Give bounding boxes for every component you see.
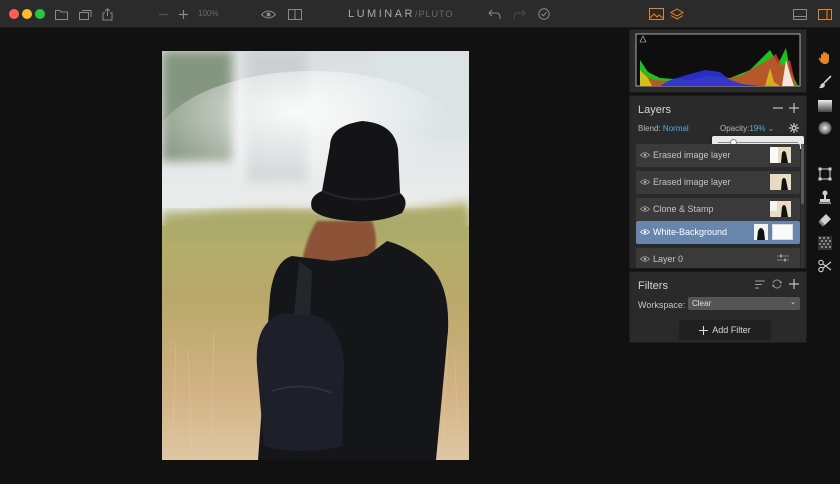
eye-icon[interactable] — [260, 6, 276, 22]
zoom-out-icon[interactable] — [158, 6, 168, 22]
zoom-window-button[interactable] — [35, 9, 45, 19]
opacity-value[interactable]: 19% — [749, 124, 765, 133]
layer-name: Layer 0 — [653, 254, 684, 264]
layer-item-2[interactable]: Erased image layer — [636, 171, 800, 194]
tool-strip — [810, 28, 840, 484]
workspace-select[interactable]: Clear ⌄ — [688, 297, 800, 310]
layer-item-5[interactable]: Layer 0 — [636, 248, 800, 268]
layers-scrollbar[interactable] — [801, 144, 804, 268]
history-icon[interactable] — [537, 6, 551, 22]
image-canvas[interactable] — [0, 28, 629, 484]
image-icon[interactable] — [648, 6, 664, 22]
layer-item-3[interactable]: Clone & Stamp — [636, 198, 800, 221]
top-toolbar: 100% LUMINAR/PLUTO — [0, 0, 840, 28]
opacity-label: Opacity: — [720, 124, 750, 133]
filter-refresh-icon[interactable] — [772, 278, 782, 290]
opacity-chevron-icon[interactable]: ⌄ — [765, 124, 775, 133]
layers-panel-title: Layers — [638, 104, 672, 116]
layer-name: Erased image layer — [653, 177, 731, 187]
minimize-window-button[interactable] — [22, 9, 32, 19]
blend-value[interactable]: Normal — [663, 124, 689, 133]
edited-photo[interactable] — [162, 51, 469, 460]
layer-thumbnail — [770, 201, 791, 217]
layers-scrollbar-thumb[interactable] — [801, 144, 804, 204]
zoom-level-label[interactable]: 100% — [198, 9, 218, 18]
add-layer-icon[interactable] — [789, 103, 799, 116]
app-title-suffix: /PLUTO — [415, 9, 454, 19]
gradient-icon[interactable] — [817, 98, 833, 114]
panel-toggle-icon[interactable] — [817, 6, 832, 22]
filters-panel-title: Filters — [638, 280, 668, 292]
opacity-control[interactable]: Opacity:19% ⌄ — [720, 124, 774, 133]
layer-thumbnail — [772, 224, 793, 240]
eraser-icon[interactable] — [817, 212, 833, 228]
blend-label: Blend: — [638, 124, 661, 133]
folder-icon[interactable] — [54, 6, 68, 22]
add-filter-button[interactable]: Add Filter — [679, 320, 771, 340]
layer-name: White-Background — [653, 227, 728, 237]
clone-stamp-icon[interactable] — [817, 189, 833, 205]
batch-icon[interactable] — [78, 6, 92, 22]
layers-icon[interactable] — [669, 6, 684, 22]
scissors-icon[interactable] — [817, 258, 833, 274]
filters-panel: Filters Workspace: Clear ⌄ Add Filter — [629, 271, 807, 343]
workspace-label: Workspace: — [638, 300, 686, 310]
layer-adjust-icon[interactable] — [777, 253, 789, 266]
filter-list-icon[interactable] — [755, 278, 765, 290]
layer-name: Clone & Stamp — [653, 204, 714, 214]
layer-visibility-eye-icon[interactable] — [639, 177, 651, 187]
noise-icon[interactable] — [817, 235, 833, 251]
layer-visibility-eye-icon[interactable] — [639, 150, 651, 160]
photo-image — [162, 51, 469, 460]
add-filter-label: Add Filter — [712, 325, 751, 335]
layer-visibility-eye-icon[interactable] — [639, 204, 651, 214]
chevron-down-icon: ⌄ — [790, 299, 796, 306]
undo-icon[interactable] — [487, 6, 501, 22]
app-title: LUMINAR/PLUTO — [348, 8, 453, 20]
layer-settings-gear-icon[interactable] — [789, 123, 799, 136]
compare-icon[interactable] — [287, 6, 302, 22]
workspace-value: Clear — [692, 299, 712, 308]
plus-icon — [699, 325, 709, 335]
layer-thumbnail — [770, 174, 791, 190]
histogram-panel — [629, 29, 807, 93]
add-filter-plus-icon[interactable] — [789, 278, 799, 290]
layers-panel: Layers Blend: Normal Opacity:19% ⌄ Erase… — [629, 95, 807, 269]
filmstrip-icon[interactable] — [792, 6, 807, 22]
remove-layer-icon[interactable] — [773, 103, 783, 116]
layer-visibility-eye-icon[interactable] — [639, 254, 651, 264]
close-window-button[interactable] — [9, 9, 19, 19]
brush-icon[interactable] — [817, 74, 833, 90]
blend-control[interactable]: Blend: Normal — [638, 124, 689, 133]
zoom-in-icon[interactable] — [178, 6, 188, 22]
layer-item-4[interactable]: White-Background — [636, 221, 800, 244]
layer-item-1[interactable]: Erased image layer — [636, 144, 800, 167]
layer-thumbnail — [770, 147, 791, 163]
crop-icon[interactable] — [817, 166, 833, 182]
radial-icon[interactable] — [817, 120, 833, 136]
hand-icon[interactable] — [817, 50, 833, 66]
share-icon[interactable] — [101, 6, 113, 22]
layer-name: Erased image layer — [653, 150, 731, 160]
redo-icon[interactable] — [512, 6, 526, 22]
histogram-chart — [635, 33, 801, 87]
app-title-main: LUMINAR — [348, 8, 416, 20]
layer-visibility-eye-icon[interactable] — [639, 227, 651, 237]
